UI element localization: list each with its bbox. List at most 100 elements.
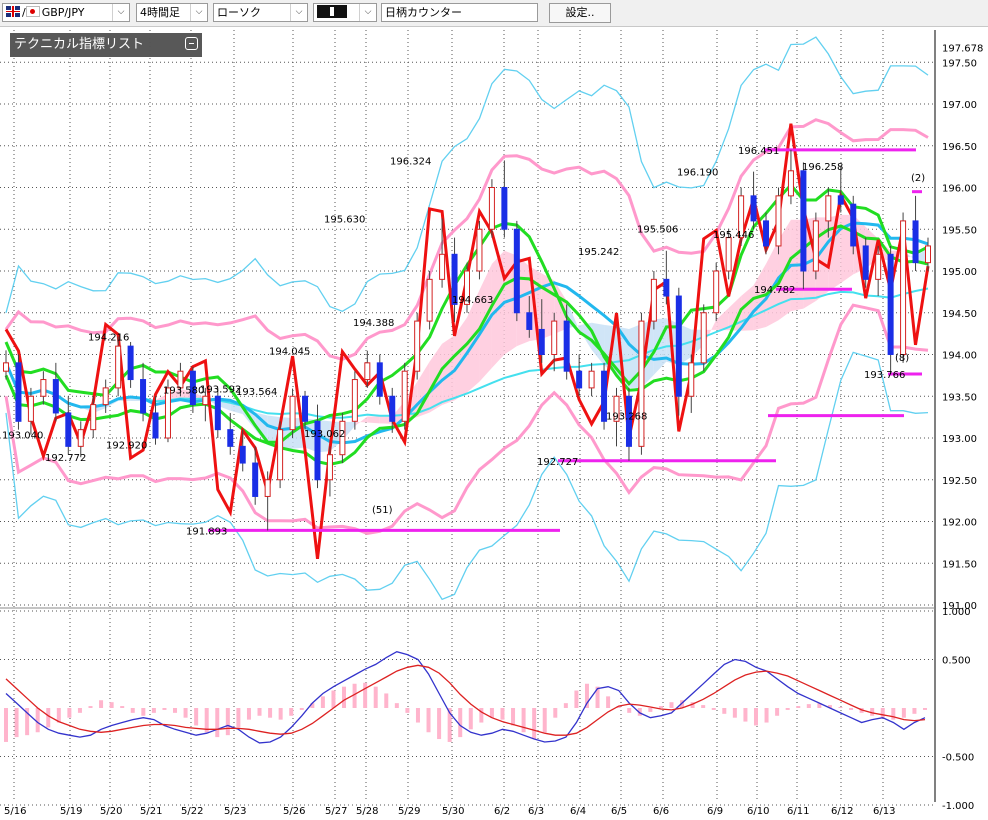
candle-body [700,312,707,364]
macd-histogram-bar [268,708,273,718]
candle-body [202,395,209,406]
macd-histogram-bar [880,708,885,718]
candle-body [77,429,84,447]
candle-body [52,379,59,414]
macd-histogram-bar [88,706,93,708]
candle-body [140,379,147,414]
price-label: 193.564 [236,387,277,398]
candle-body [875,253,882,280]
macd-histogram-bar [130,708,135,713]
x-tick-label: 6/4 [570,806,586,817]
macd-histogram-bar [331,690,336,708]
macd-histogram-bar [891,708,896,720]
candle-body [264,479,271,497]
macd-histogram-bar [373,686,378,708]
macd-histogram-bar [173,708,178,713]
candle-body [800,170,807,272]
macd-histogram-bar [511,708,516,726]
price-label: 196.258 [802,162,843,173]
candle-body [488,187,495,230]
candle-body [513,228,520,314]
candle-body [289,395,296,431]
candle-body [376,362,383,397]
candle-body [40,379,47,397]
y-tick-label: 192.00 [942,518,977,529]
macd-histogram-bar [606,696,611,708]
candle-body [563,320,570,372]
y-tick-label: 196.00 [942,184,977,195]
candle-body [65,412,72,447]
candle-body [239,445,246,464]
candle-body [763,220,770,247]
candle-body [127,345,134,381]
macd-histogram-bar [405,708,410,713]
candle-body [638,320,645,447]
macd-histogram-bar [838,707,843,709]
x-tick-label: 6/6 [653,806,669,817]
candle-body [787,170,794,197]
candle-body [812,220,819,272]
macd-histogram-bar [320,696,325,708]
candle-body [900,220,907,355]
y-tick-label: 197.50 [942,58,977,69]
macd-histogram-bar [141,708,146,716]
candle-body [663,278,670,297]
macd-histogram-bar [225,708,230,736]
macd-histogram-bar [753,708,758,726]
candle-body [551,320,558,356]
candle-body [3,362,9,372]
price-chart[interactable]: (51) (2) (8) 193.040192.772 194.216 192.920 19… [0,0,988,820]
price-label: 193.040 [2,431,43,442]
macd-histogram-bar [278,708,283,720]
macd-histogram-bar [162,708,167,710]
macd-histogram-bar [4,708,8,742]
macd-histogram-bar [563,703,568,708]
macd-histogram-bar [35,708,40,733]
macd-histogram-bar [669,702,674,708]
price-label: 191.893 [186,526,227,537]
macd-histogram-bar [215,708,220,738]
macd-histogram-bar [109,702,114,708]
x-tick-label: 6/3 [528,806,544,817]
price-label: 196.190 [677,168,718,179]
macd-histogram-bar [701,705,706,708]
macd-histogram-bar [722,708,727,714]
macd-histogram-bar [806,704,811,708]
candle-body [501,187,508,230]
count-label: (8) [895,353,909,364]
candle-body [675,295,682,397]
macd-histogram-bar [384,693,389,708]
y-tick-label: 192.50 [942,476,977,487]
y-tick-label: 195.50 [942,225,977,236]
macd-histogram-bar [289,708,294,716]
macd-y-tick-label: -1.000 [942,801,974,812]
macd-histogram-bar [901,708,906,718]
candle-body [414,320,421,372]
macd-histogram-bar [796,706,801,708]
macd-histogram-bar [849,708,854,710]
macd-histogram-bar [574,690,579,708]
cloud-segment [367,416,380,424]
candle-body [887,253,894,355]
signal-line [5,664,926,736]
price-label: 194.663 [452,295,493,306]
x-tick-label: 5/21 [140,806,162,817]
macd-histogram-bar [120,706,125,708]
candle-body [302,395,309,422]
candle-body [775,195,782,247]
x-tick-label: 5/19 [60,806,82,817]
price-label: 195.446 [713,230,754,241]
macd-y-tick-label: 0.500 [942,656,971,667]
macd-histogram-bar [67,708,72,718]
macd-y-tick-label: -0.500 [942,753,974,764]
x-tick-label: 5/22 [181,806,203,817]
macd-histogram-bar [648,708,653,712]
macd-histogram-bar [151,708,156,713]
candle-body [326,454,333,481]
macd-histogram-bar [912,708,917,714]
x-tick-label: 6/13 [873,806,895,817]
macd-histogram-bar [775,708,780,716]
x-tick-label: 5/26 [283,806,305,817]
price-label: 193.766 [864,370,905,381]
candle-body [750,195,757,222]
